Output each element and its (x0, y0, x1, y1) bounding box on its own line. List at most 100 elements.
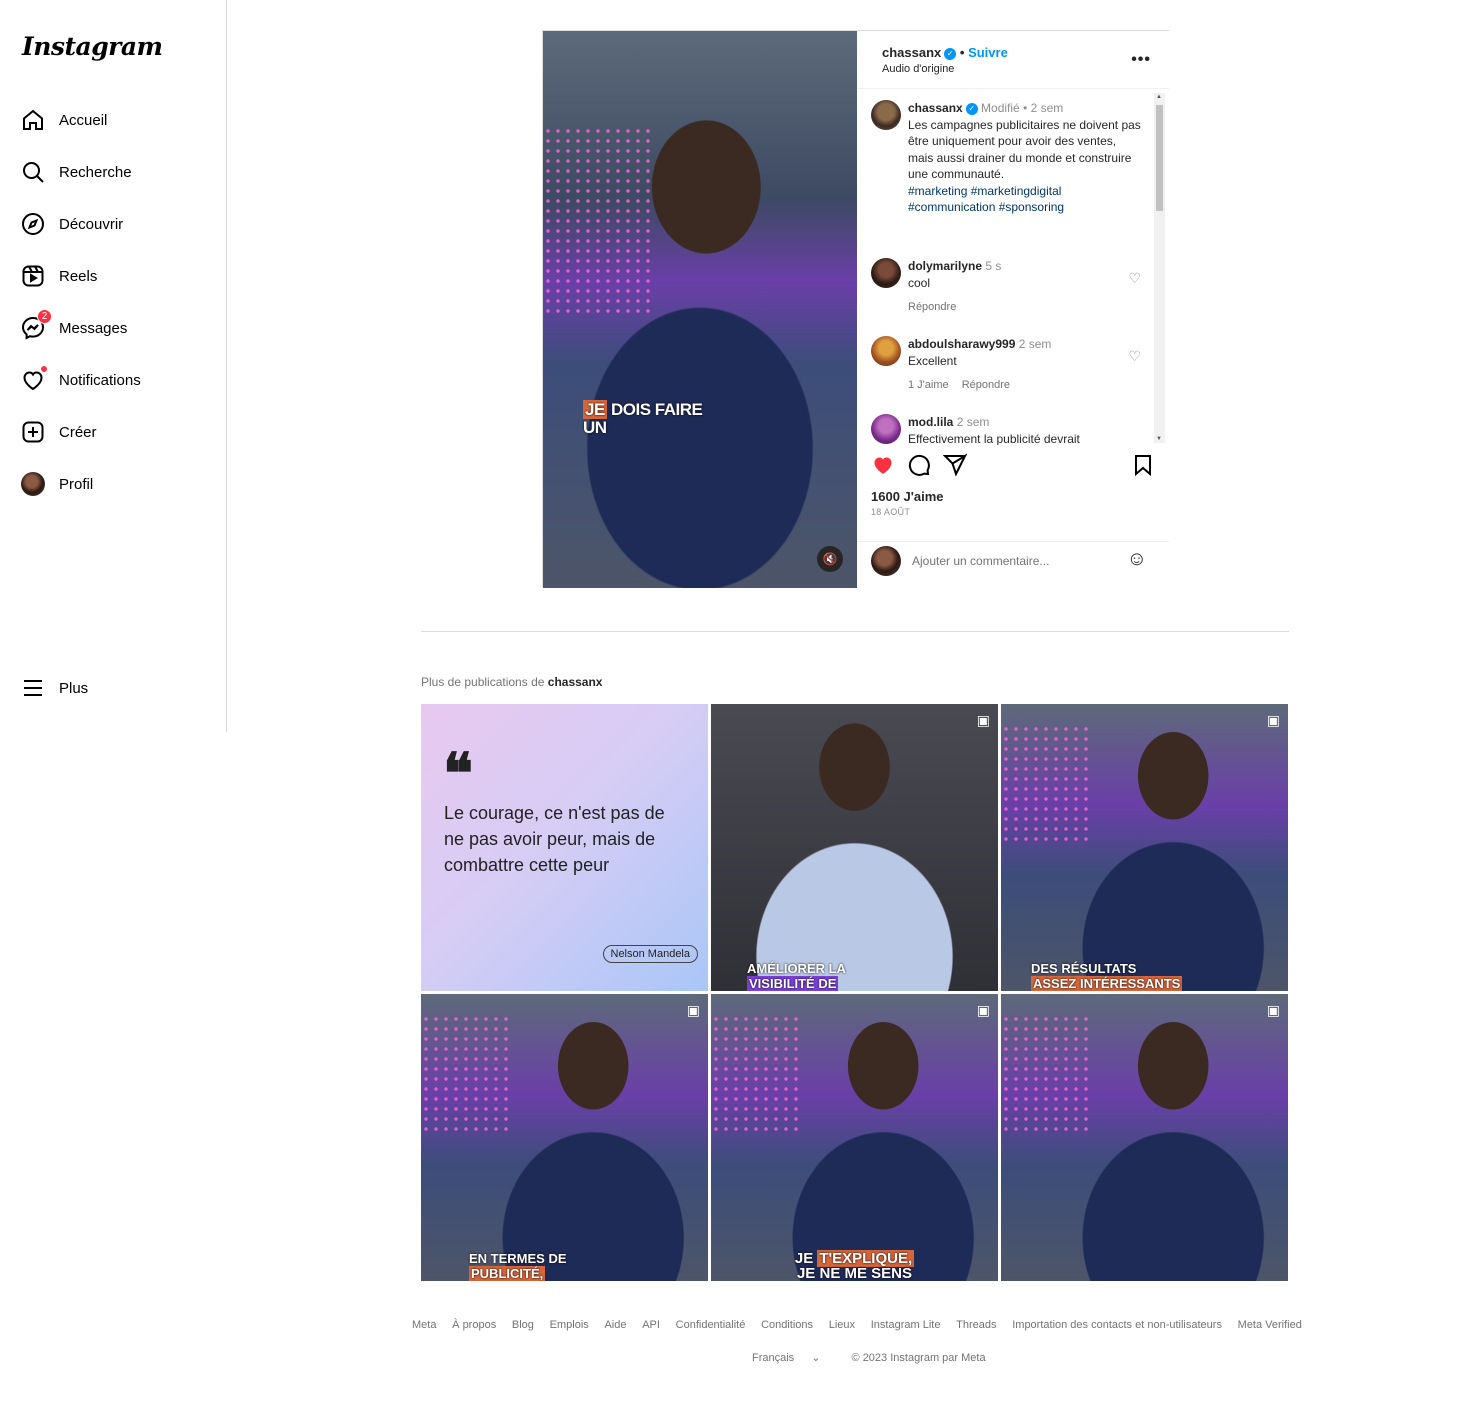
notification-dot (40, 365, 48, 373)
avatar[interactable] (871, 100, 901, 130)
more-options-icon[interactable]: ••• (1131, 51, 1151, 69)
comment-icon[interactable] (907, 453, 931, 483)
comment-text: Effectivement la publicité devrait (908, 431, 1080, 446)
tile-caption: JE T'EXPLIQUE, JE NE ME SENS (794, 1250, 915, 1281)
comments-scrollbar[interactable]: ▲ ▼ (1154, 93, 1165, 443)
caption-hashtags[interactable]: #marketing #marketingdigital #communicat… (908, 184, 1064, 215)
comment-username[interactable]: abdoulsharawy999 (908, 337, 1015, 351)
sidebar-item-search[interactable]: Recherche (20, 158, 132, 186)
reel-video[interactable]: JE DOIS FAIRE UN 🔇 (543, 31, 857, 588)
notification-badge: 2 (37, 309, 52, 324)
sidebar-item-label: Messages (59, 319, 128, 337)
heart-icon (20, 365, 48, 393)
sidebar-item-label: Plus (59, 679, 89, 697)
comment-item: abdoulsharawy999 2 sem Excellent 1 J'aim… (871, 336, 1141, 391)
sidebar-item-messages[interactable]: 2 Messages (20, 309, 128, 342)
author-username[interactable]: chassanx (882, 45, 941, 60)
reels-icon (20, 263, 46, 289)
footer-link[interactable]: Lieux (829, 1319, 855, 1331)
post-tile[interactable]: ▣ AMÉLIORER LA VISIBILITÉ DE (711, 704, 998, 991)
follow-button[interactable]: Suivre (968, 45, 1008, 60)
comment-time: 5 s (985, 259, 1002, 273)
quote-icon: ❝ (443, 741, 474, 807)
caption-text: Les campagnes publicitaires ne doivent p… (908, 117, 1141, 182)
footer-link[interactable]: Conditions (761, 1319, 813, 1331)
comment-time: 2 sem (1018, 337, 1052, 351)
footer-link[interactable]: Confidentialité (676, 1319, 746, 1331)
divider (421, 631, 1289, 632)
like-comment-icon[interactable]: ♡ (1128, 270, 1141, 287)
post-tile[interactable]: ▣ JE T'EXPLIQUE, JE NE ME SENS (711, 994, 998, 1281)
sidebar-item-label: Profil (59, 475, 94, 493)
background-lights (543, 126, 653, 316)
sidebar-item-profile[interactable]: Profil (20, 470, 93, 498)
sidebar-item-label: Notifications (59, 371, 141, 389)
comment-username[interactable]: mod.lila (908, 415, 953, 429)
reels-icon: ▣ (1266, 1002, 1280, 1018)
chevron-down-icon: ⌄ (811, 1352, 821, 1364)
sidebar-item-home[interactable]: Accueil (20, 106, 107, 134)
mute-icon[interactable]: 🔇 (817, 546, 843, 572)
scroll-down-icon[interactable]: ▼ (1156, 436, 1162, 442)
footer-link[interactable]: Meta (412, 1319, 436, 1331)
footer-link[interactable]: Emplois (550, 1319, 589, 1331)
reply-button[interactable]: Répondre (962, 379, 1010, 391)
search-icon (20, 159, 46, 185)
post-tile[interactable]: ▣ EN TERMES DE PUBLICITÉ, (421, 994, 708, 1281)
tile-caption: EN TERMES DE PUBLICITÉ, (469, 1251, 567, 1281)
sidebar-item-create[interactable]: Créer (20, 418, 97, 446)
instagram-logo[interactable]: Instagram (22, 32, 163, 61)
sidebar: Instagram Accueil Recherche Découvrir Re… (0, 0, 227, 732)
bookmark-icon[interactable] (1131, 453, 1155, 483)
edited-label: Modifié (981, 101, 1020, 115)
avatar[interactable] (871, 414, 901, 444)
liked-heart-icon[interactable] (871, 453, 895, 483)
sidebar-item-more[interactable]: Plus (20, 674, 88, 702)
footer-link[interactable]: Meta Verified (1238, 1319, 1302, 1331)
post-caption: chassanx ✓ Modifié • 2 sem Les campagnes … (871, 100, 1141, 216)
sidebar-item-notifications[interactable]: Notifications (20, 365, 141, 394)
plus-square-icon (20, 419, 46, 445)
sidebar-item-explore[interactable]: Découvrir (20, 210, 123, 238)
post-tile[interactable]: ▣ (1001, 994, 1288, 1281)
more-posts-username[interactable]: chassanx (548, 675, 603, 689)
sidebar-item-reels[interactable]: Reels (20, 262, 97, 290)
post-tile[interactable]: ▣ DES RÉSULTATS ASSEZ INTÉRESSANTS (1001, 704, 1288, 991)
more-posts-grid: ❝ Le courage, ce n'est pas de ne pas avo… (421, 704, 1289, 1282)
avatar (871, 546, 901, 576)
reply-button[interactable]: Répondre (908, 301, 956, 313)
avatar[interactable] (871, 336, 901, 366)
footer-link[interactable]: Importation des contacts et non-utilisat… (1012, 1319, 1222, 1331)
caption-username[interactable]: chassanx (908, 101, 963, 115)
menu-icon (20, 675, 46, 701)
post-header: chassanx ✓ • Suivre Audio d'origine ••• (857, 31, 1169, 89)
post-modal: JE DOIS FAIRE UN 🔇 chassanx ✓ • Suivre Au… (542, 30, 1169, 588)
comment-likes[interactable]: 1 J'aime (908, 379, 949, 391)
footer-link[interactable]: Aide (604, 1319, 626, 1331)
footer-link[interactable]: Threads (956, 1319, 996, 1331)
share-icon[interactable] (942, 453, 968, 483)
footer-link[interactable]: API (642, 1319, 660, 1331)
comment-input[interactable] (912, 550, 1112, 572)
reels-icon: ▣ (976, 712, 990, 728)
footer-link[interactable]: Instagram Lite (871, 1319, 941, 1331)
emoji-icon[interactable]: ☺ (1127, 548, 1147, 571)
comment-username[interactable]: dolymarilyne (908, 259, 982, 273)
sidebar-item-label: Reels (59, 267, 98, 285)
like-comment-icon[interactable]: ♡ (1128, 348, 1141, 365)
scrollbar-thumb[interactable] (1156, 105, 1163, 211)
post-tile[interactable]: ❝ Le courage, ce n'est pas de ne pas avo… (421, 704, 708, 991)
avatar[interactable] (871, 258, 901, 288)
reels-icon: ▣ (976, 1002, 990, 1018)
footer-link[interactable]: À propos (452, 1319, 496, 1331)
audio-link[interactable]: Audio d'origine (882, 63, 954, 75)
comments-list[interactable]: chassanx ✓ Modifié • 2 sem Les campagnes … (857, 90, 1169, 445)
post-actions (871, 453, 1155, 483)
footer-link[interactable]: Blog (512, 1319, 534, 1331)
reels-icon: ▣ (686, 1002, 700, 1018)
tile-caption: AMÉLIORER LA VISIBILITÉ DE (747, 961, 846, 991)
likes-count[interactable]: 1600 J'aime (871, 489, 943, 504)
quote-text: Le courage, ce n'est pas de ne pas avoir… (444, 803, 665, 875)
scroll-up-icon[interactable]: ▲ (1156, 94, 1162, 100)
language-select[interactable]: Français ⌄ (752, 1352, 834, 1364)
